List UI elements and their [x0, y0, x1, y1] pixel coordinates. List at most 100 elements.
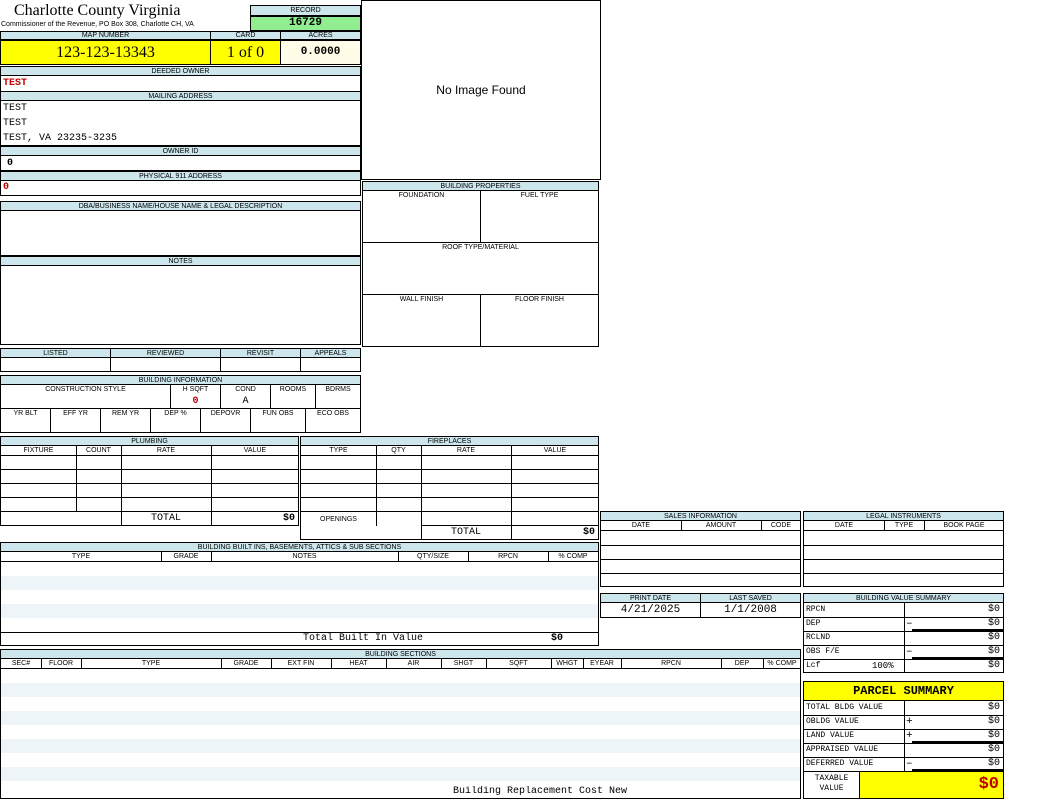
- vs-sign: –: [906, 618, 913, 630]
- sections-table: SEC# FLOOR TYPE GRADE EXT FIN HEAT AIR S…: [0, 658, 801, 799]
- plumbing-col-fixture: FIXTURE: [23, 447, 54, 454]
- record-label: RECORD: [250, 5, 361, 16]
- vs-sign: –: [906, 646, 913, 658]
- rem-yr-col: REM YR: [100, 408, 151, 433]
- notes-box: [0, 265, 361, 345]
- plumbing-table: FIXTURE COUNT RATE VALUE TOTAL $0: [0, 445, 299, 526]
- sales-col-date: DATE: [631, 522, 651, 529]
- cond-col: COND A: [220, 384, 271, 409]
- physical-address-value: 0: [3, 182, 10, 193]
- vs-value: $0: [987, 646, 1000, 657]
- plumbing-total-value: $0: [282, 513, 295, 524]
- print-date-value: 4/21/2025: [600, 602, 701, 618]
- ps-label: DEFERRED VALUE: [806, 759, 874, 768]
- ps-value: $0: [987, 702, 1000, 713]
- fireplace-total-value: $0: [582, 527, 595, 538]
- ps-sign: +: [906, 730, 913, 742]
- depovr-label: DEPOVR: [210, 410, 241, 417]
- eco-obs-label: ECO OBS: [317, 410, 349, 417]
- ps-sign: +: [906, 716, 913, 728]
- ps-label: LAND VALUE: [806, 731, 855, 740]
- yr-blt-label: YR BLT: [13, 410, 38, 417]
- plumbing-col-count: COUNT: [86, 447, 111, 454]
- mailing-line-3: TEST, VA 23235-3235: [3, 133, 118, 144]
- sections-col-type: TYPE: [141, 660, 161, 667]
- taxable-label-box: TAXABLE VALUE: [803, 771, 860, 799]
- dep-pct-label: DEP %: [164, 410, 187, 417]
- last-saved-value: 1/1/2008: [700, 602, 801, 618]
- rooms-col: ROOMS: [270, 384, 316, 409]
- legal-col-type: TYPE: [894, 522, 914, 529]
- hsqft-label: H SQFT: [182, 386, 209, 393]
- record-value: 16729: [250, 16, 361, 31]
- fireplace-col-value: VALUE: [543, 447, 567, 454]
- vs-value: $0: [987, 632, 1000, 643]
- ps-label: TOTAL BLDG VALUE: [806, 703, 883, 712]
- vs-label: RPCN: [806, 605, 826, 614]
- eff-yr-label: EFF YR: [63, 410, 88, 417]
- card-label: CARD: [210, 31, 281, 40]
- parcel-summary-table: TOTAL BLDG VALUE $0 OBLDG VALUE + $0 LAND VAL…: [803, 700, 1004, 772]
- commissioner-address: Commissioner of the Revenue, PO Box 308,…: [1, 21, 194, 28]
- hsqft-value: 0: [192, 396, 199, 407]
- ps-value: $0: [987, 744, 1000, 755]
- built-ins-col-notes: NOTES: [292, 553, 317, 560]
- fireplace-total-label: TOTAL: [451, 527, 482, 538]
- sections-footer: Building Replacement Cost New: [453, 786, 628, 797]
- no-image-text: No Image Found: [436, 83, 526, 97]
- sales-col-code: CODE: [770, 522, 792, 529]
- depovr-col: DEPOVR: [200, 408, 251, 433]
- sales-table: DATE AMOUNT CODE: [600, 520, 801, 587]
- rooms-label: ROOMS: [279, 386, 307, 393]
- fuel-type-label: FUEL TYPE: [520, 192, 559, 199]
- fun-obs-col: FUN OBS: [250, 408, 306, 433]
- roof-label: ROOF TYPE/MATERIAL: [442, 244, 519, 251]
- built-ins-col-grade: GRADE: [173, 553, 199, 560]
- sections-col-air: AIR: [407, 660, 420, 667]
- vs-value: $0: [987, 618, 1000, 629]
- reviewed-box: [110, 357, 221, 372]
- foundation-label: FOUNDATION: [398, 192, 445, 199]
- yr-blt-col: YR BLT: [0, 408, 51, 433]
- appeals-box: [300, 357, 361, 372]
- plumbing-total-label: TOTAL: [151, 513, 182, 524]
- sections-col-dep: DEP: [734, 660, 750, 667]
- foundation-box: FOUNDATION: [362, 190, 481, 243]
- owner-id-box: 0: [0, 155, 361, 171]
- ps-sign: –: [906, 758, 913, 770]
- built-ins-total-label: Total Built In Value: [303, 633, 424, 644]
- physical-address-box: 0: [0, 180, 361, 196]
- ps-value: $0: [987, 730, 1000, 741]
- legal-table: DATE TYPE BOOK PAGE: [803, 520, 1004, 587]
- built-ins-col-comp: % COMP: [558, 553, 588, 560]
- vs-value: $0: [987, 660, 1000, 671]
- built-ins-col-qty: QTY/SIZE: [417, 553, 449, 560]
- fuel-type-box: FUEL TYPE: [480, 190, 599, 243]
- wall-finish-box: WALL FINISH: [362, 294, 481, 347]
- deeded-owner-value: TEST: [3, 78, 28, 89]
- sections-col-comp: % COMP: [767, 660, 797, 667]
- floor-finish-label: FLOOR FINISH: [514, 296, 564, 303]
- map-number-label: MAP NUMBER: [0, 31, 211, 40]
- floor-finish-box: FLOOR FINISH: [480, 294, 599, 347]
- built-ins-col-type: TYPE: [71, 553, 91, 560]
- county-title: Charlotte County Virginia: [14, 2, 181, 19]
- fun-obs-label: FUN OBS: [262, 410, 294, 417]
- hsqft-col: H SQFT 0: [170, 384, 221, 409]
- bdrms-col: BDRMS: [315, 384, 361, 409]
- parcel-summary-title: PARCEL SUMMARY: [803, 681, 1004, 701]
- plumbing-col-value: VALUE: [243, 447, 267, 454]
- sections-col-rpcn: RPCN: [661, 660, 681, 667]
- eco-obs-col: ECO OBS: [305, 408, 361, 433]
- legal-col-date: DATE: [834, 522, 854, 529]
- dba-box: [0, 210, 361, 256]
- cond-value: A: [242, 396, 249, 407]
- sections-col-shgt: SHGT: [453, 660, 474, 667]
- sections-col-heat: HEAT: [349, 660, 368, 667]
- ps-label: APPRAISED VALUE: [806, 745, 879, 754]
- listed-box: [0, 357, 111, 372]
- built-ins-col-rpcn: RPCN: [498, 553, 518, 560]
- eff-yr-col: EFF YR: [50, 408, 101, 433]
- acres-value: 0.0000: [280, 40, 361, 65]
- ps-label: OBLDG VALUE: [806, 717, 859, 726]
